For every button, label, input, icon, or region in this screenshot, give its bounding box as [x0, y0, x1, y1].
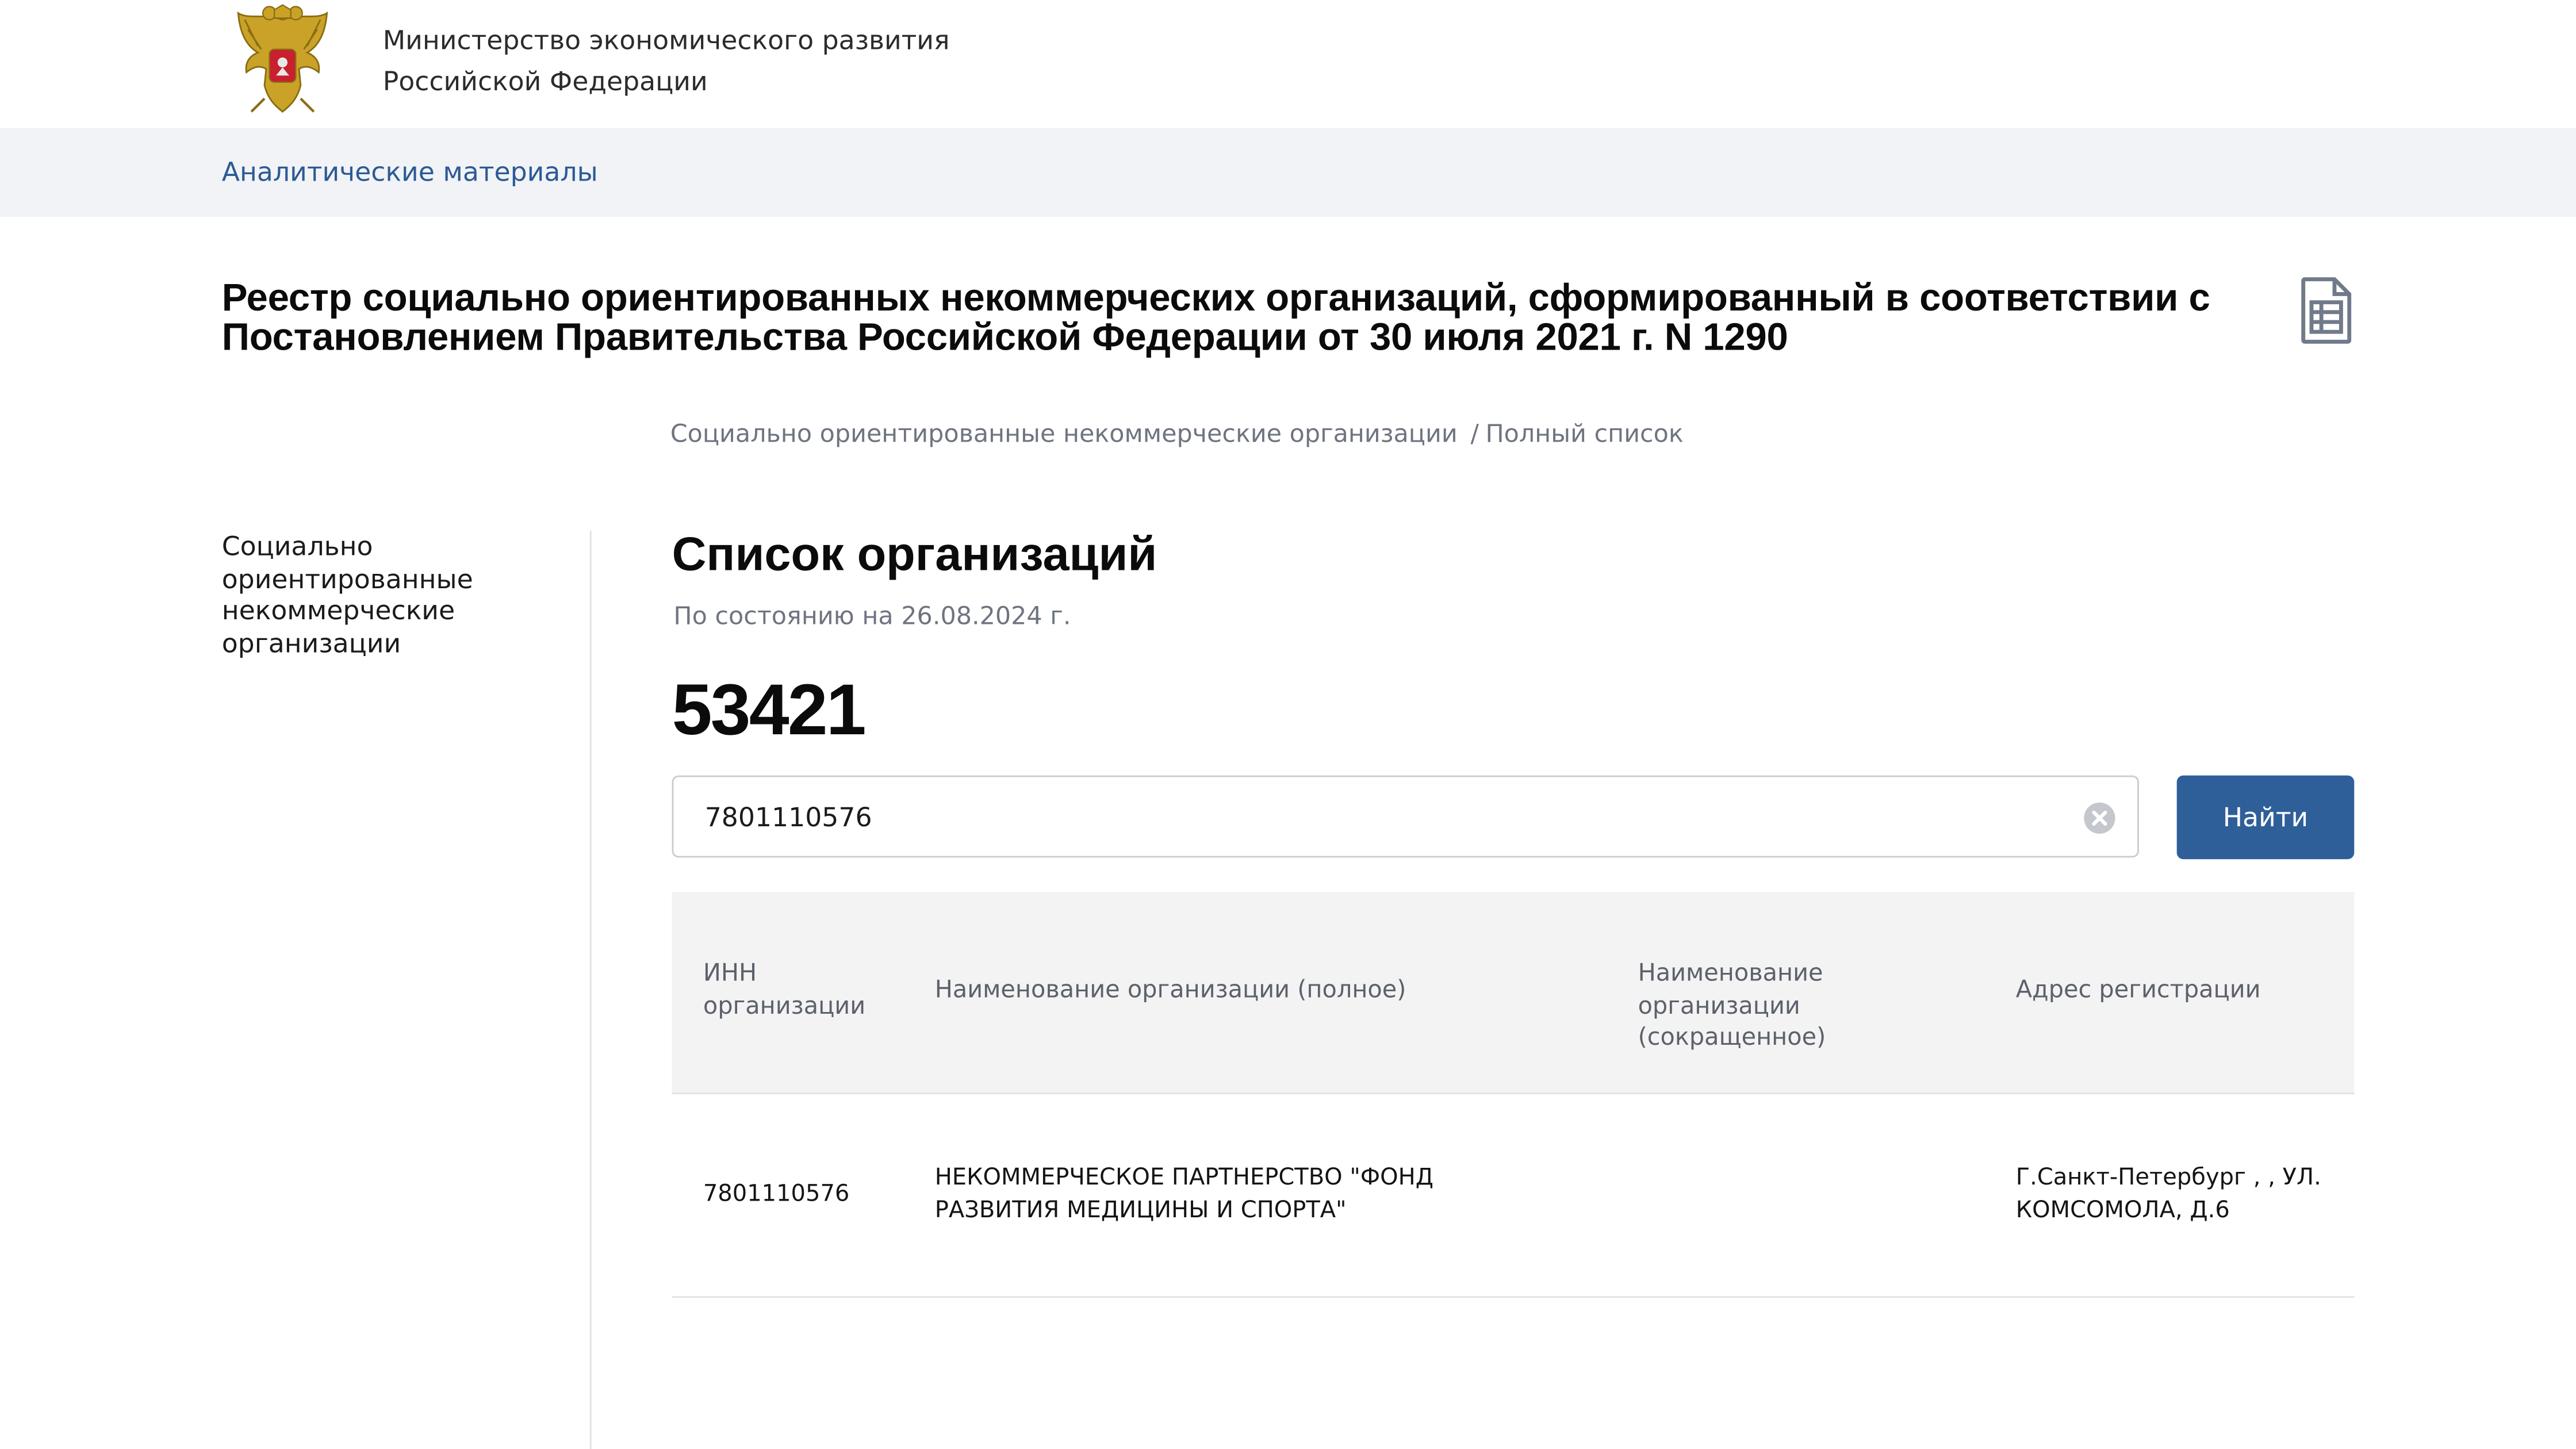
analytics-materials-link[interactable]: Аналитические материалы — [222, 156, 598, 187]
cell-address: Г.Санкт-Петербург , , УЛ. КОМСОМОЛА, Д.6 — [2015, 1164, 2321, 1224]
ministry-name-line2: Российской Федерации — [382, 64, 708, 97]
breadcrumb-item-nko[interactable]: Социально ориентированные некоммерческие… — [670, 419, 1458, 448]
organizations-count: 53421 — [672, 670, 867, 751]
spreadsheet-document-icon[interactable] — [2298, 276, 2354, 345]
breadcrumb-separator: / — [1470, 419, 1479, 448]
cell-inn: 7801110576 — [703, 1181, 850, 1208]
column-header-inn: ИНН организации — [703, 961, 866, 1020]
sidebar-item-nko[interactable]: Социально ориентированные некоммерческие… — [222, 531, 550, 660]
cell-full-name: НЕКОММЕРЧЕСКОЕ ПАРТНЕРСТВО "ФОНД РАЗВИТИ… — [934, 1164, 1433, 1224]
sidebar-divider — [589, 530, 592, 1449]
ministry-name-line1: Министерство экономического развития — [382, 24, 950, 56]
column-header-short-name: Наименование организации (сокращенное) — [1638, 961, 1826, 1052]
search-input[interactable] — [704, 795, 2052, 838]
list-title: Список организаций — [672, 529, 1157, 582]
column-header-full-name: Наименование организации (полное) — [934, 977, 1406, 1004]
find-button[interactable]: Найти — [2176, 775, 2355, 860]
column-header-address: Адрес регистрации — [2015, 977, 2261, 1004]
as-of-date: По состоянию на 26.08.2024 г. — [673, 601, 1071, 631]
clear-circle-icon[interactable] — [2083, 802, 2116, 834]
page-title: Реестр социально ориентированных некомме… — [221, 276, 2210, 358]
ministry-name: Министерство экономического развития Рос… — [383, 21, 950, 102]
coat-of-arms-emblem[interactable] — [232, 3, 334, 115]
breadcrumb: Социально ориентированные некоммерческие… — [670, 419, 1684, 448]
breadcrumb-item-current: Полный список — [1485, 419, 1684, 448]
